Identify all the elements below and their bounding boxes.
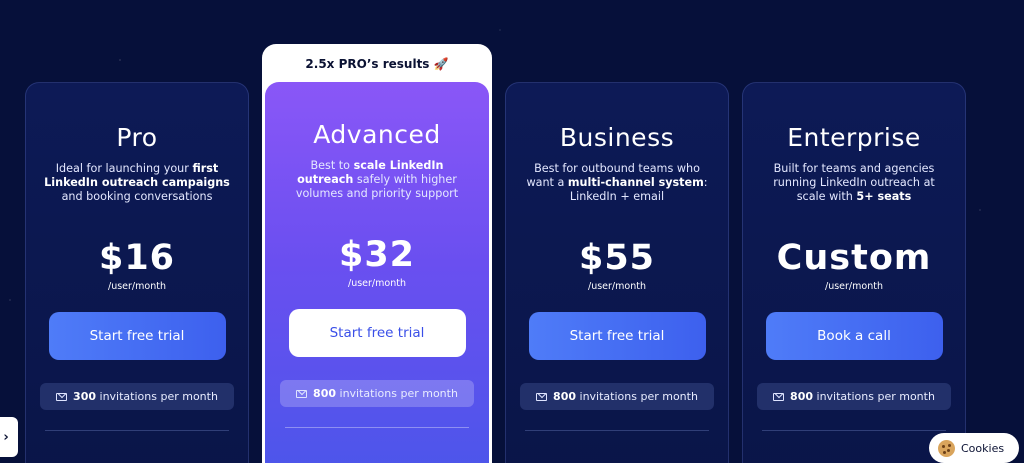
- invitations-text: 800 invitations per month: [313, 387, 458, 400]
- plan-description: Built for teams and agencies running Lin…: [773, 162, 935, 203]
- plan-description: Ideal for launching your first LinkedIn …: [44, 162, 230, 203]
- plan-price: Custom: [776, 238, 932, 278]
- plan-period: /user/month: [588, 281, 646, 292]
- plan-card-advanced-wrapper: 2.5x PRO’s results 🚀 Advanced Best to sc…: [262, 44, 492, 463]
- divider: [525, 430, 709, 431]
- mail-icon: [536, 392, 548, 401]
- plan-period: /user/month: [108, 281, 166, 292]
- invitations-badge: 800 invitations per month: [280, 380, 474, 407]
- chevron-right-icon: ›: [3, 429, 9, 445]
- invitations-text: 800 invitations per month: [790, 390, 935, 403]
- side-panel-toggle[interactable]: ›: [0, 417, 18, 457]
- divider: [285, 427, 469, 428]
- invitations-badge: 300 invitations per month: [40, 383, 234, 410]
- plan-card-enterprise: Enterprise Built for teams and agencies …: [742, 82, 966, 463]
- plan-card-business: Business Best for outbound teams who wan…: [505, 82, 729, 463]
- invitations-text: 300 invitations per month: [73, 390, 218, 403]
- plan-name: Pro: [116, 123, 158, 152]
- plan-name: Business: [559, 123, 675, 152]
- advanced-results-banner: 2.5x PRO’s results 🚀: [305, 57, 449, 71]
- cookie-icon: [938, 439, 955, 457]
- plan-card-pro: Pro Ideal for launching your first Linke…: [25, 82, 249, 463]
- invitations-text: 800 invitations per month: [553, 390, 698, 403]
- book-a-call-button[interactable]: Book a call: [765, 312, 943, 360]
- start-free-trial-button[interactable]: Start free trial: [288, 309, 466, 357]
- cookies-button[interactable]: Cookies: [929, 433, 1019, 463]
- invitations-badge: 800 invitations per month: [757, 383, 951, 410]
- plan-period: /user/month: [348, 278, 406, 289]
- plan-name: Advanced: [313, 120, 441, 149]
- start-free-trial-button[interactable]: Start free trial: [48, 312, 226, 360]
- divider: [762, 430, 946, 431]
- plan-description: Best to scale LinkedIn outreach safely w…: [295, 159, 459, 200]
- mail-icon: [56, 392, 68, 401]
- invitations-badge: 800 invitations per month: [520, 383, 714, 410]
- plan-price: $16: [98, 238, 176, 278]
- plan-price: $55: [578, 238, 656, 278]
- plan-name: Enterprise: [787, 123, 921, 152]
- plan-period: /user/month: [825, 281, 883, 292]
- plan-description: Best for outbound teams who want a multi…: [526, 162, 708, 203]
- plan-card-advanced: Advanced Best to scale LinkedIn outreach…: [265, 82, 489, 463]
- plan-price: $32: [338, 235, 416, 275]
- divider: [45, 430, 229, 431]
- start-free-trial-button[interactable]: Start free trial: [528, 312, 706, 360]
- mail-icon: [773, 392, 785, 401]
- cookies-label: Cookies: [961, 441, 1005, 455]
- mail-icon: [296, 389, 308, 398]
